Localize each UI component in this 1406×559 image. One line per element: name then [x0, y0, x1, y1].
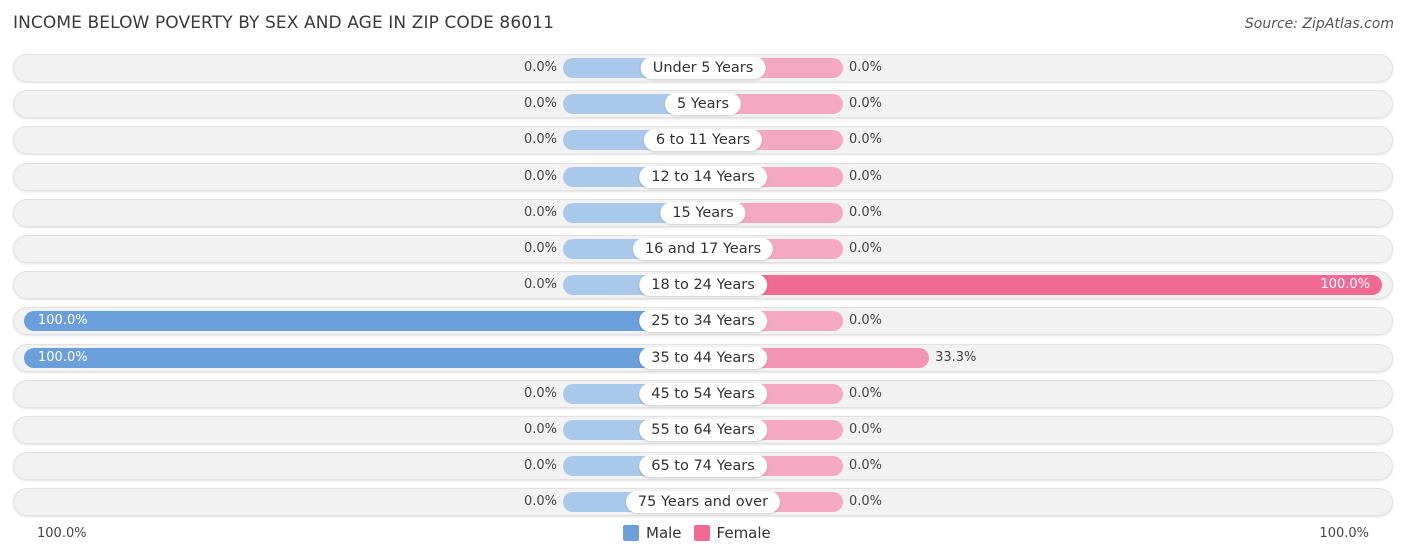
- value-label-female: 0.0%: [849, 386, 883, 401]
- source-label: Source: ZipAtlas.com: [1244, 16, 1394, 32]
- value-label-female: 100.0%: [1320, 277, 1370, 292]
- value-label-male: 100.0%: [38, 350, 88, 365]
- bar-male[interactable]: [24, 311, 703, 331]
- category-label: 5 Years: [664, 93, 742, 115]
- legend-item-male[interactable]: Male: [623, 524, 682, 542]
- legend-swatch-male: [623, 525, 639, 541]
- category-label: 55 to 64 Years: [639, 419, 767, 441]
- value-label-female: 0.0%: [849, 169, 883, 184]
- category-label: 65 to 74 Years: [639, 455, 767, 477]
- bar-male[interactable]: [24, 348, 703, 368]
- category-label: 45 to 54 Years: [639, 383, 767, 405]
- value-label-male: 0.0%: [523, 60, 557, 75]
- value-label-male: 0.0%: [523, 494, 557, 509]
- legend: Male Female: [623, 524, 783, 542]
- value-label-male: 0.0%: [523, 277, 557, 292]
- value-label-male: 0.0%: [523, 169, 557, 184]
- legend-label-male: Male: [646, 524, 682, 542]
- value-label-male: 0.0%: [523, 458, 557, 473]
- value-label-female: 33.3%: [935, 350, 977, 365]
- category-label: 6 to 11 Years: [643, 129, 763, 151]
- category-label: 25 to 34 Years: [639, 310, 767, 332]
- value-label-male: 0.0%: [523, 205, 557, 220]
- axis-label-left: 100.0%: [37, 526, 87, 541]
- value-label-male: 0.0%: [523, 96, 557, 111]
- value-label-female: 0.0%: [849, 241, 883, 256]
- value-label-female: 0.0%: [849, 96, 883, 111]
- value-label-female: 0.0%: [849, 494, 883, 509]
- axis-label-right: 100.0%: [1319, 526, 1369, 541]
- value-label-female: 0.0%: [849, 458, 883, 473]
- value-label-female: 0.0%: [849, 132, 883, 147]
- legend-swatch-female: [693, 525, 710, 541]
- bar-female[interactable]: [703, 275, 1382, 295]
- legend-label-female: Female: [716, 524, 771, 542]
- value-label-female: 0.0%: [849, 422, 883, 437]
- value-label-female: 0.0%: [849, 205, 883, 220]
- value-label-female: 0.0%: [849, 313, 883, 328]
- legend-item-female[interactable]: Female: [693, 524, 771, 542]
- value-label-male: 0.0%: [523, 132, 557, 147]
- category-label: 18 to 24 Years: [639, 274, 767, 296]
- value-label-female: 0.0%: [849, 60, 883, 75]
- value-label-male: 100.0%: [38, 313, 88, 328]
- value-label-male: 0.0%: [523, 422, 557, 437]
- chart-title: INCOME BELOW POVERTY BY SEX AND AGE IN Z…: [13, 13, 555, 33]
- category-label: 12 to 14 Years: [639, 166, 767, 188]
- category-label: 75 Years and over: [625, 491, 781, 513]
- value-label-male: 0.0%: [523, 386, 557, 401]
- category-label: 16 and 17 Years: [632, 238, 774, 260]
- category-label: 35 to 44 Years: [639, 347, 767, 369]
- category-label: 15 Years: [660, 202, 746, 224]
- category-label: Under 5 Years: [640, 57, 766, 79]
- value-label-male: 0.0%: [523, 241, 557, 256]
